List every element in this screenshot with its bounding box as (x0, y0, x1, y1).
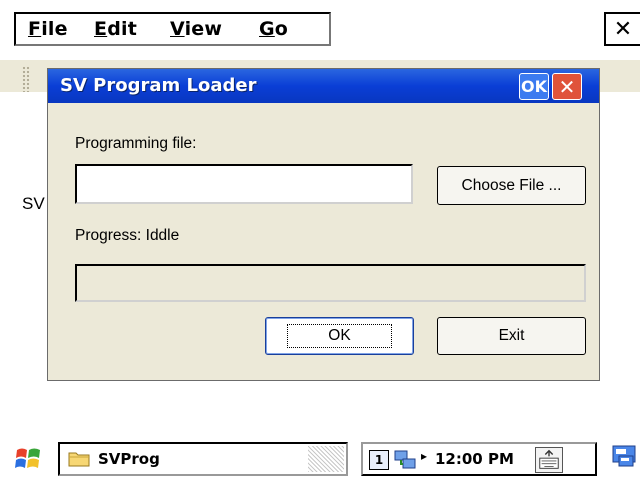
menu-go[interactable]: Go (259, 18, 288, 40)
ok-button[interactable]: OK (265, 317, 414, 355)
clock[interactable]: 12:00 PM (435, 450, 514, 468)
menu-bar: File Edit View Go ✕ (0, 0, 640, 60)
system-tray: 1 ▸ 12:00 PM (361, 442, 597, 476)
titlebar-close-button[interactable]: ✕ (552, 73, 582, 100)
close-icon: ✕ (558, 74, 576, 99)
programming-file-input[interactable] (75, 164, 413, 204)
program-loader-dialog: SV Program Loader OK ✕ Programming file:… (47, 68, 600, 381)
input-panel-number: 1 (374, 453, 384, 467)
folder-icon (68, 452, 90, 467)
ok-label: OK (287, 324, 392, 348)
menu-edit-mnemonic: E (94, 18, 108, 40)
menu-go-mnemonic: G (259, 18, 275, 40)
toolbar-grip[interactable] (22, 66, 30, 92)
menu-edit-label: dit (107, 18, 137, 40)
choose-file-button[interactable]: Choose File ... (437, 166, 586, 205)
close-icon: ✕ (613, 16, 633, 42)
menu-strip: File Edit View Go (14, 12, 331, 46)
tray-expand-icon[interactable]: ▸ (421, 449, 427, 463)
network-icon[interactable] (393, 448, 419, 472)
keyboard-icon[interactable] (535, 447, 563, 473)
menu-view-mnemonic: V (170, 18, 185, 40)
programming-file-label: Programming file: (75, 135, 197, 152)
menu-view-label: iew (184, 18, 223, 40)
menu-file[interactable]: File (28, 18, 68, 40)
dialog-title: SV Program Loader (60, 75, 257, 96)
taskbar-item-label: SVProg (98, 450, 160, 468)
titlebar-ok-button[interactable]: OK (519, 73, 549, 100)
menu-file-mnemonic: F (28, 18, 42, 40)
taskbar-gripper (308, 446, 344, 472)
menu-file-label: ile (41, 18, 68, 40)
menu-edit[interactable]: Edit (94, 18, 137, 40)
choose-file-label: Choose File ... (461, 176, 562, 194)
dialog-titlebar[interactable]: SV Program Loader OK ✕ (48, 69, 599, 103)
exit-label: Exit (498, 327, 525, 344)
exit-button[interactable]: Exit (437, 317, 586, 355)
taskbar: SVProg 1 ▸ 12:00 PM (0, 434, 640, 484)
desktop-icon[interactable] (611, 444, 639, 474)
input-panel-indicator[interactable]: 1 (369, 450, 389, 470)
windows-flag-icon[interactable] (14, 444, 44, 474)
background-label: SV (22, 194, 45, 213)
window-close-button[interactable]: ✕ (604, 12, 640, 46)
progress-bar (75, 264, 586, 302)
taskbar-item-svprog[interactable]: SVProg (58, 442, 348, 476)
progress-label: Progress: Iddle (75, 227, 180, 244)
menu-view[interactable]: View (170, 18, 222, 40)
menu-go-label: o (274, 18, 289, 40)
titlebar-ok-label: OK (521, 77, 547, 96)
